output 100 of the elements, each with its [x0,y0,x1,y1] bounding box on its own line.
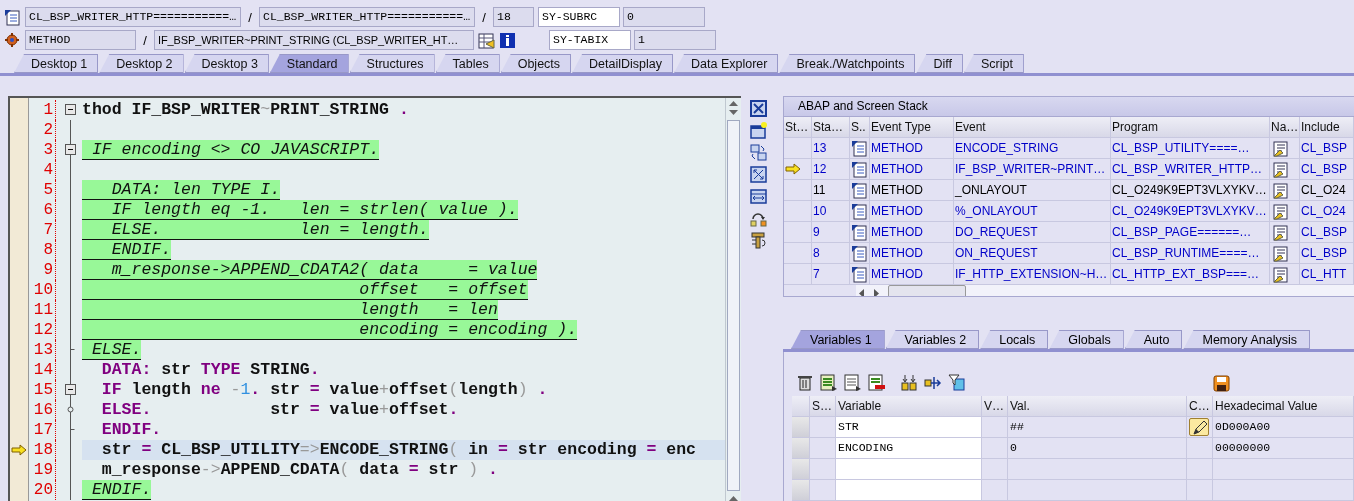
column-header[interactable]: St… [784,117,812,138]
line-number: 9 [29,260,56,280]
column-header[interactable]: Sta… [812,117,850,138]
line-number: 18 [29,440,56,460]
column-header[interactable]: Include [1300,117,1354,138]
document-edit-icon[interactable] [1271,265,1288,283]
variable-field[interactable]: ENCODING [836,438,982,459]
close-icon[interactable] [749,100,767,117]
line-field: 18 [493,7,534,27]
tab[interactable]: Locals [980,330,1049,349]
program-field: CL_BSP_WRITER_HTTP===========… [25,7,241,27]
tab[interactable]: Diff [916,54,963,73]
info-icon[interactable] [499,31,516,49]
swap-icon[interactable] [749,144,767,161]
column-header[interactable]: Event Type [870,117,954,138]
panel-title: ABAP and Screen Stack [784,97,1354,117]
table-cell: CL_BSP [1300,138,1354,159]
tab[interactable]: Memory Analysis [1183,330,1310,349]
tool-icon[interactable] [749,232,767,249]
variable-field[interactable] [836,480,982,501]
tab[interactable]: Auto [1124,330,1183,349]
tab[interactable]: Variables 1 [791,330,885,349]
system-field-name: SY-TABIX [549,30,631,50]
table-cell [982,480,1008,501]
table-cell: _ONLAYOUT [954,180,1111,201]
save-icon[interactable] [1213,374,1230,392]
list-remove-icon[interactable] [868,374,886,392]
line-number: 2 [29,120,56,140]
table-cell: METHOD [870,243,954,264]
fold-toggle-icon[interactable] [65,144,76,155]
table-cell: ON_REQUEST [954,243,1111,264]
document-edit-icon[interactable] [1271,244,1288,262]
expand-icon[interactable] [749,166,767,183]
tab[interactable]: Desktop 3 [184,54,269,73]
scroll-up-icon[interactable] [728,98,739,108]
fold-toggle-icon[interactable] [65,384,76,395]
column-header[interactable]: Variable [836,396,982,417]
table-cell [1187,459,1213,480]
tab[interactable]: Desktop 1 [14,54,99,73]
document-edit-icon[interactable] [1271,202,1288,220]
column-header[interactable]: Hexadecimal Value [1213,396,1354,417]
tab[interactable]: Script [963,54,1024,73]
fold-toggle-icon[interactable] [65,104,76,115]
line-number: 4 [29,160,56,180]
line-number: 13 [29,340,56,360]
column-header[interactable]: Program [1111,117,1270,138]
gear-icon [4,31,21,49]
scroll-thumb[interactable] [727,120,740,491]
fit-width-icon[interactable] [749,188,767,205]
column-header[interactable]: Event [954,117,1111,138]
tab[interactable]: Desktop 2 [99,54,184,73]
scroll-right-icon[interactable] [872,287,882,296]
scroll-up-icon[interactable] [728,493,739,501]
filter-icon[interactable] [948,374,966,392]
table-icon[interactable] [478,31,495,49]
tab[interactable]: Structures [349,54,435,73]
table-cell: 8 [812,243,850,264]
document-icon [851,265,868,283]
column-header[interactable]: Val. [1008,396,1187,417]
table-cell: 11 [812,180,850,201]
tab[interactable]: DetailDisplay [572,54,674,73]
line-number: 3 [29,140,56,160]
tab[interactable]: Globals [1049,330,1124,349]
variable-field[interactable]: STR [836,417,982,438]
line-number: 8 [29,240,56,260]
column-header[interactable]: V… [982,396,1008,417]
tab[interactable]: Data Explorer [674,54,779,73]
table-cell [982,438,1008,459]
document-icon [4,8,21,26]
sort-icon[interactable] [900,374,918,392]
tab[interactable]: Break./Watchpoints [779,54,916,73]
loop-icon[interactable] [749,210,767,227]
move-icon[interactable] [924,374,942,392]
document-edit-icon[interactable] [1271,223,1288,241]
tab[interactable]: Standard [269,54,349,73]
tab[interactable]: Tables [435,54,500,73]
document-edit-icon[interactable] [1271,181,1288,199]
column-header[interactable]: Na… [1270,117,1300,138]
column-header[interactable]: S… [810,396,836,417]
line-number: 19 [29,460,56,480]
tab[interactable]: Variables 2 [885,330,980,349]
list-icon[interactable] [820,374,838,392]
pencil-icon [1191,419,1207,435]
scroll-left-icon[interactable] [856,287,866,296]
column-header[interactable]: S.. [850,117,870,138]
system-field-value: 0 [623,7,705,27]
line-number: 1 [29,100,56,120]
delete-icon[interactable] [796,374,814,392]
column-header[interactable]: C… [1187,396,1213,417]
document-edit-icon[interactable] [1271,160,1288,178]
new-window-icon[interactable] [749,122,767,139]
separator-text: / [247,9,253,25]
variable-field[interactable] [836,459,982,480]
document-edit-icon[interactable] [1271,139,1288,157]
tab[interactable]: Objects [500,54,572,73]
scroll-down-icon[interactable] [728,108,739,118]
line-number: 17 [29,420,56,440]
table-cell: 12 [812,159,850,180]
table-cell [982,417,1008,438]
list-icon[interactable] [844,374,862,392]
